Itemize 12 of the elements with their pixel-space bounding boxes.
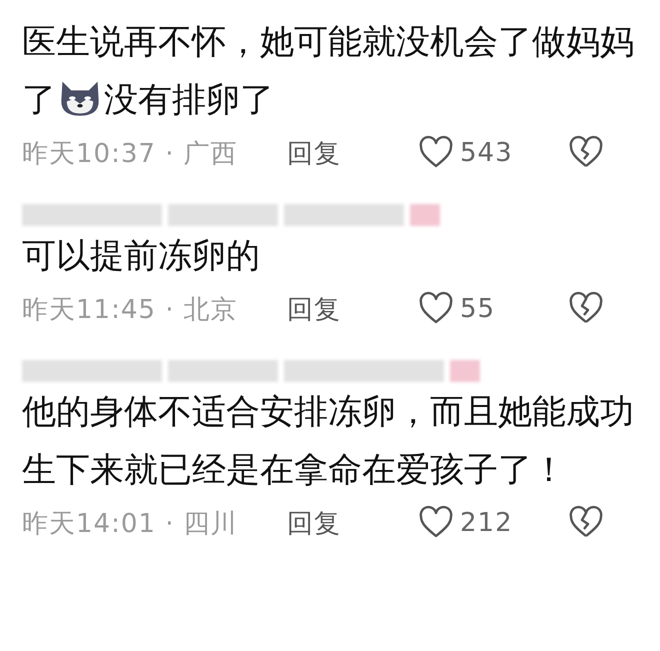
reply-link[interactable]: 回复 — [287, 292, 418, 326]
like-count: 55 — [460, 294, 496, 324]
comment-time-location: 昨天14:01 · 四川 — [22, 508, 239, 540]
comment-text: 可以提前冻卵的 — [22, 235, 261, 278]
like-count: 543 — [460, 138, 513, 168]
comment-text: 医生说再不怀，她可能就没机会了做妈妈了 没有排卵了 — [22, 21, 635, 122]
like-count: 212 — [460, 508, 513, 538]
comment-text: 他的身体不适合安排冻卵，而且她能成功生下来就已经是在拿命在爱孩子了！ — [22, 391, 635, 492]
comment-time-location: 昨天11:45 · 北京 — [22, 294, 239, 326]
reply-link[interactable]: 回复 — [287, 136, 418, 170]
comment-time-location: 昨天10:37 · 广西 — [22, 138, 239, 170]
reply-link[interactable]: 回复 — [287, 506, 418, 540]
